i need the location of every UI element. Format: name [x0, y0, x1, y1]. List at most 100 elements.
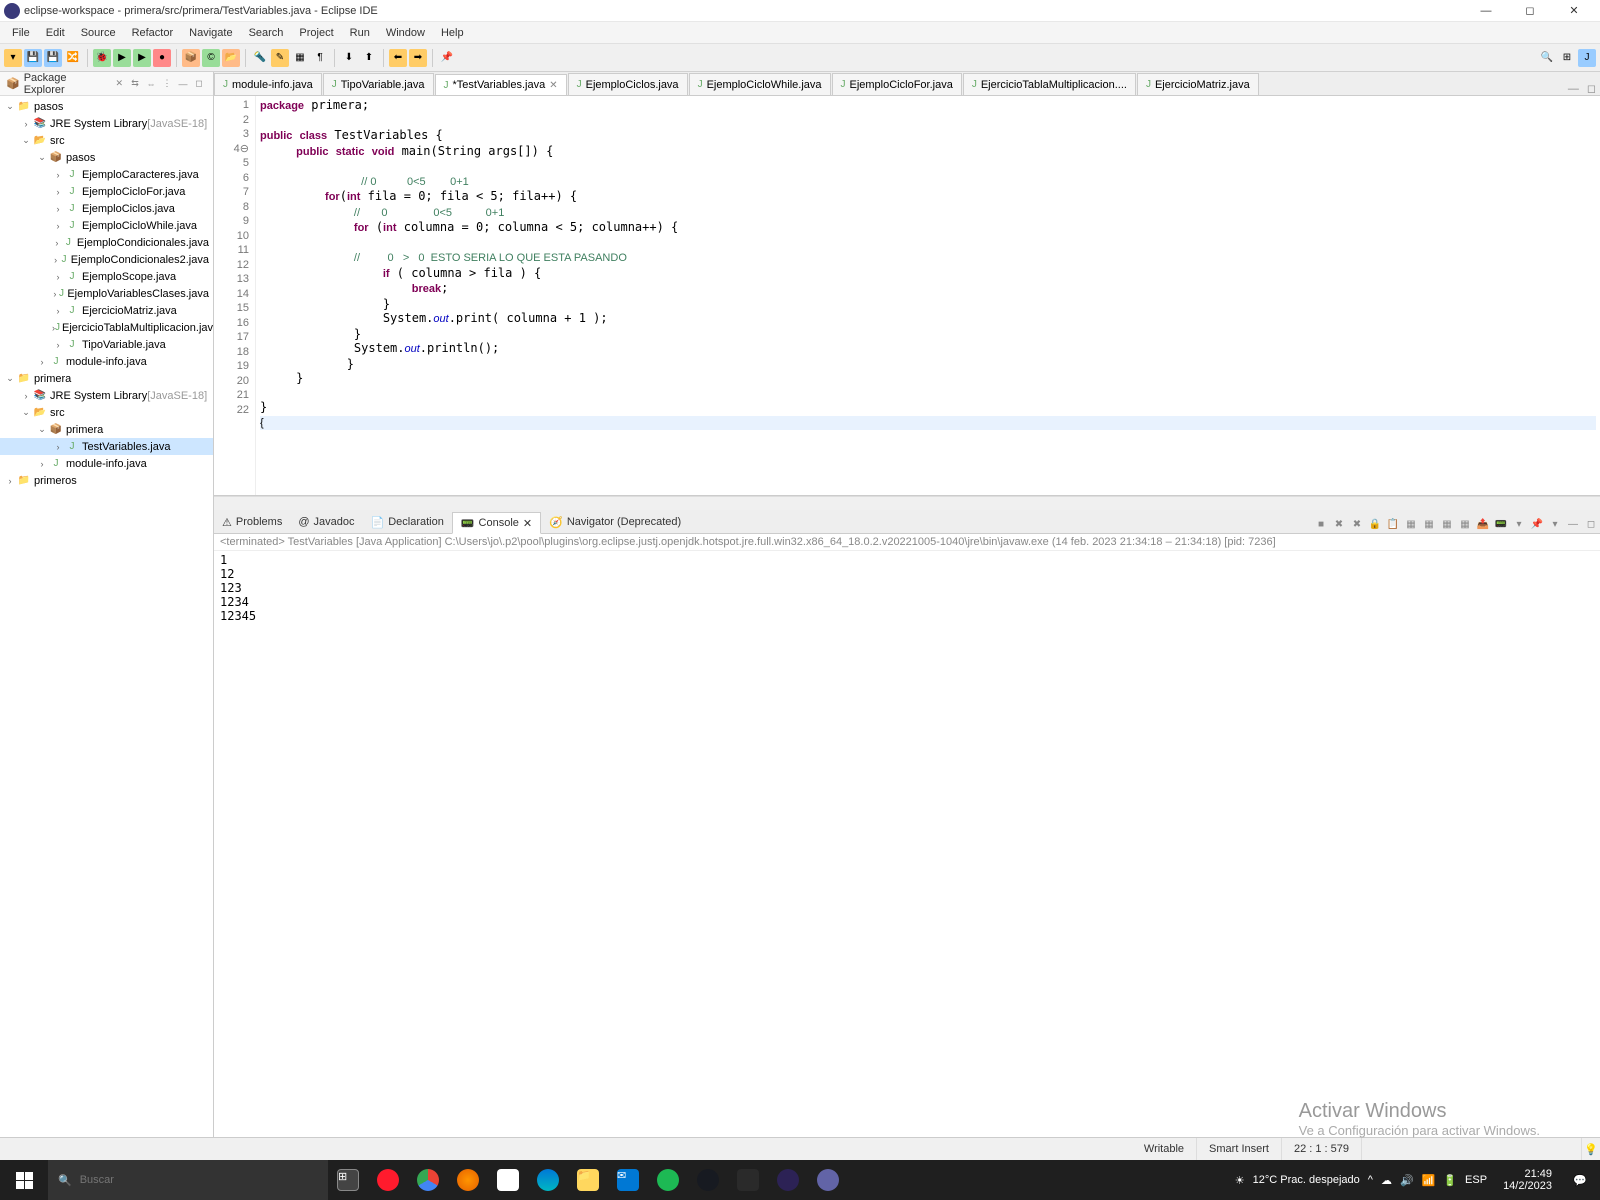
console-toolbar-btn[interactable]: ▾ — [1546, 515, 1564, 533]
editor-tab[interactable]: JEjemploCiclos.java — [568, 73, 688, 95]
volume-icon[interactable]: 🔊 — [1400, 1174, 1414, 1187]
editor-tab[interactable]: JEjercicioTablaMultiplicacion.... — [963, 73, 1136, 95]
menu-run[interactable]: Run — [342, 25, 378, 41]
tree-node[interactable]: ⌄📂src — [0, 404, 213, 421]
save-all-button[interactable]: 💾 — [44, 49, 62, 67]
app-store[interactable]: 🛍 — [488, 1160, 528, 1200]
code-editor[interactable]: 1234⊖5678910111213141516171819202122 pac… — [214, 96, 1600, 496]
app-explorer[interactable]: 📁 — [568, 1160, 608, 1200]
open-type-button[interactable]: 📂 — [222, 49, 240, 67]
app-epic[interactable] — [728, 1160, 768, 1200]
editor-tab[interactable]: Jmodule-info.java — [214, 73, 322, 95]
tree-node[interactable]: ›JEjemploCondicionales.java — [0, 234, 213, 251]
explorer-tree[interactable]: ⌄📁pasos›📚JRE System Library [JavaSE-18]⌄… — [0, 96, 213, 1137]
java-perspective-button[interactable]: J — [1578, 49, 1596, 67]
tree-node[interactable]: ›JEjemploCondicionales2.java — [0, 251, 213, 268]
editor-tab[interactable]: JTipoVariable.java — [323, 73, 434, 95]
bottom-tab-declaration[interactable]: 📄Declaration — [363, 511, 452, 533]
tree-node[interactable]: ›JEjercicioMatriz.java — [0, 302, 213, 319]
bottom-tab-problems[interactable]: ⚠Problems — [214, 511, 290, 533]
run-button[interactable]: ▶ — [113, 49, 131, 67]
tree-node[interactable]: ›JEjemploCicloWhile.java — [0, 217, 213, 234]
wifi-icon[interactable]: 📶 — [1422, 1174, 1436, 1187]
new-package-button[interactable]: 📦 — [182, 49, 200, 67]
console-toolbar-btn[interactable]: ✖ — [1348, 515, 1366, 533]
pin-button[interactable]: 📌 — [438, 49, 456, 67]
battery-icon[interactable]: 🔋 — [1443, 1174, 1457, 1187]
bottom-tab-console[interactable]: 📟Console✕ — [452, 512, 541, 534]
menu-refactor[interactable]: Refactor — [124, 25, 182, 41]
tree-node[interactable]: ›JEjemploCiclos.java — [0, 200, 213, 217]
search-icon[interactable]: 🔍 — [1538, 49, 1556, 67]
menu-edit[interactable]: Edit — [38, 25, 73, 41]
menu-window[interactable]: Window — [378, 25, 433, 41]
view-menu-icon[interactable]: ⋮ — [159, 76, 175, 92]
bottom-tab-javadoc[interactable]: @Javadoc — [290, 511, 362, 533]
search-button[interactable]: 🔦 — [251, 49, 269, 67]
tree-node[interactable]: ›JTipoVariable.java — [0, 336, 213, 353]
code-content[interactable]: package primera; public class TestVariab… — [256, 96, 1600, 495]
stop-button[interactable]: ● — [153, 49, 171, 67]
tree-node[interactable]: ›📚JRE System Library [JavaSE-18] — [0, 115, 213, 132]
task-view-button[interactable]: ⊞ — [328, 1160, 368, 1200]
console-toolbar-btn[interactable]: 🔒 — [1366, 515, 1384, 533]
editor-scrollbar[interactable] — [214, 496, 1600, 510]
console-toolbar-btn[interactable]: 📌 — [1528, 515, 1546, 533]
console-toolbar-btn[interactable]: 📤 — [1474, 515, 1492, 533]
onedrive-icon[interactable]: ☁ — [1381, 1174, 1392, 1187]
app-eclipse[interactable] — [768, 1160, 808, 1200]
start-button[interactable] — [0, 1160, 48, 1200]
minimize-button[interactable]: — — [1464, 0, 1508, 22]
app-opera[interactable] — [368, 1160, 408, 1200]
tree-node[interactable]: ›JEjemploCaracteres.java — [0, 166, 213, 183]
tree-node[interactable]: ⌄📁pasos — [0, 98, 213, 115]
tree-node[interactable]: ›JEjemploScope.java — [0, 268, 213, 285]
explorer-close-icon[interactable]: ✕ — [112, 76, 127, 92]
prev-annotation-button[interactable]: ⬆ — [360, 49, 378, 67]
tree-node[interactable]: ⌄📦pasos — [0, 149, 213, 166]
app-teams[interactable] — [808, 1160, 848, 1200]
coverage-button[interactable]: ▶ — [133, 49, 151, 67]
tree-node[interactable]: ›Jmodule-info.java — [0, 455, 213, 472]
console-toolbar-btn[interactable]: ▦ — [1456, 515, 1474, 533]
tree-node[interactable]: ⌄📁primera — [0, 370, 213, 387]
tree-node[interactable]: ›JEjercicioTablaMultiplicacion.java — [0, 319, 213, 336]
tab-close-icon[interactable]: ✕ — [549, 80, 557, 91]
editor-tab[interactable]: JEjemploCicloFor.java — [832, 73, 962, 95]
app-spotify[interactable] — [648, 1160, 688, 1200]
toggle-button[interactable]: 🔀 — [64, 49, 82, 67]
editor-min-icon[interactable]: — — [1564, 83, 1583, 95]
app-chrome[interactable] — [408, 1160, 448, 1200]
next-annotation-button[interactable]: ⬇ — [340, 49, 358, 67]
maximize-panel-icon[interactable]: ◻ — [191, 76, 207, 92]
maximize-button[interactable]: ◻ — [1508, 0, 1552, 22]
editor-tab[interactable]: JEjercicioMatriz.java — [1137, 73, 1259, 95]
editor-max-icon[interactable]: ◻ — [1583, 82, 1600, 95]
menu-source[interactable]: Source — [73, 25, 124, 41]
search-input[interactable] — [80, 1174, 318, 1186]
console-toolbar-btn[interactable]: ▦ — [1420, 515, 1438, 533]
console-toolbar-btn[interactable]: ▦ — [1438, 515, 1456, 533]
tree-node[interactable]: ›JEjemploVariablesClases.java — [0, 285, 213, 302]
debug-button[interactable]: 🐞 — [93, 49, 111, 67]
menu-help[interactable]: Help — [433, 25, 472, 41]
bottom-tab-navigatordeprecated[interactable]: 🧭Navigator (Deprecated) — [541, 511, 689, 533]
new-class-button[interactable]: © — [202, 49, 220, 67]
tray-up-icon[interactable]: ^ — [1368, 1174, 1373, 1186]
console-toolbar-btn[interactable]: ✖ — [1330, 515, 1348, 533]
tree-node[interactable]: ›📚JRE System Library [JavaSE-18] — [0, 387, 213, 404]
back-button[interactable]: ⬅ — [389, 49, 407, 67]
menu-file[interactable]: File — [4, 25, 38, 41]
notifications-button[interactable]: 💬 — [1560, 1160, 1600, 1200]
tree-node[interactable]: ›📁primeros — [0, 472, 213, 489]
system-tray[interactable]: ☀ 12°C Prac. despejado ^ ☁ 🔊 📶 🔋 ESP — [1227, 1174, 1495, 1187]
collapse-all-icon[interactable]: ⇆ — [127, 76, 143, 92]
console-toolbar-btn[interactable]: — — [1564, 515, 1582, 533]
editor-tab[interactable]: JEjemploCicloWhile.java — [689, 73, 831, 95]
lang-indicator[interactable]: ESP — [1465, 1174, 1487, 1186]
show-whitespace-button[interactable]: ¶ — [311, 49, 329, 67]
menu-navigate[interactable]: Navigate — [181, 25, 240, 41]
editor-tab[interactable]: J*TestVariables.java✕ — [435, 74, 567, 96]
taskbar-search[interactable]: 🔍 — [48, 1160, 328, 1200]
close-button[interactable]: ✕ — [1552, 0, 1596, 22]
